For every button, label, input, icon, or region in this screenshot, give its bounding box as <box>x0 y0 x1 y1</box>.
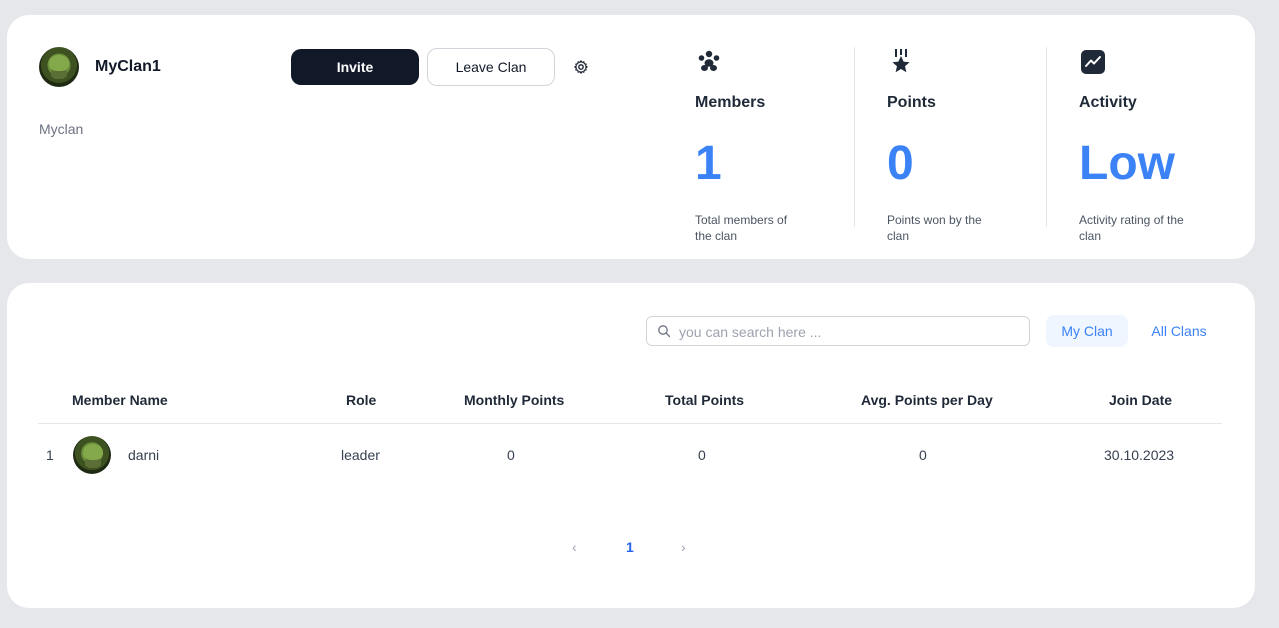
member-role: leader <box>341 447 380 463</box>
header-role[interactable]: Role <box>346 392 376 408</box>
stat-title: Activity <box>1079 94 1137 111</box>
stat-divider <box>1046 47 1047 227</box>
member-total-points: 0 <box>698 447 706 463</box>
invite-button[interactable]: Invite <box>291 49 419 85</box>
header-member-name[interactable]: Member Name <box>72 392 168 408</box>
points-star-icon <box>892 49 910 73</box>
stat-title: Members <box>695 94 766 111</box>
stat-activity: Activity Low Activity rating of the clan <box>1079 47 1249 243</box>
member-monthly-points: 0 <box>507 447 515 463</box>
stat-value: Low <box>1079 137 1175 190</box>
stat-title: Points <box>887 94 936 111</box>
leave-clan-button[interactable]: Leave Clan <box>427 48 555 86</box>
tab-all-clans[interactable]: All Clans <box>1143 315 1215 347</box>
member-avg-points: 0 <box>919 447 927 463</box>
header-total-points[interactable]: Total Points <box>665 392 744 408</box>
tab-my-clan[interactable]: My Clan <box>1046 315 1128 347</box>
stat-description: Activity rating of the clan <box>1079 213 1184 243</box>
pagination-page-1[interactable]: 1 <box>626 539 634 555</box>
member-join-date: 30.10.2023 <box>1104 447 1175 463</box>
stat-value: 0 <box>887 137 914 190</box>
members-icon <box>698 50 720 71</box>
members-table-card: My Clan All Clans Member Name Role Month… <box>7 283 1255 608</box>
activity-chart-icon <box>1081 50 1105 74</box>
pagination-prev-icon[interactable]: ‹ <box>572 539 577 555</box>
settings-gear-icon[interactable] <box>573 59 589 75</box>
stat-points: Points 0 Points won by the clan <box>887 47 1057 243</box>
member-name[interactable]: darni <box>128 447 159 463</box>
header-join-date[interactable]: Join Date <box>1109 392 1172 408</box>
header-divider <box>38 423 1222 424</box>
header-avg-points[interactable]: Avg. Points per Day <box>861 392 993 408</box>
header-monthly-points[interactable]: Monthly Points <box>464 392 564 408</box>
search-input[interactable] <box>677 317 1021 347</box>
search-box[interactable] <box>646 316 1030 347</box>
stat-description: Total members of the clan <box>695 213 788 243</box>
search-icon <box>658 325 671 338</box>
row-index: 1 <box>46 447 54 463</box>
stat-members: Members 1 Total members of the clan <box>695 47 865 243</box>
clan-description: Myclan <box>39 121 84 137</box>
clan-overview-card: MyClan1 Myclan Invite Leave Clan Members… <box>7 15 1255 259</box>
stat-description: Points won by the clan <box>887 213 982 243</box>
stat-divider <box>854 47 855 227</box>
member-avatar <box>73 436 111 474</box>
pagination-next-icon[interactable]: › <box>681 539 686 555</box>
clan-avatar <box>39 47 79 87</box>
stat-value: 1 <box>695 137 722 190</box>
clan-name: MyClan1 <box>95 58 161 75</box>
